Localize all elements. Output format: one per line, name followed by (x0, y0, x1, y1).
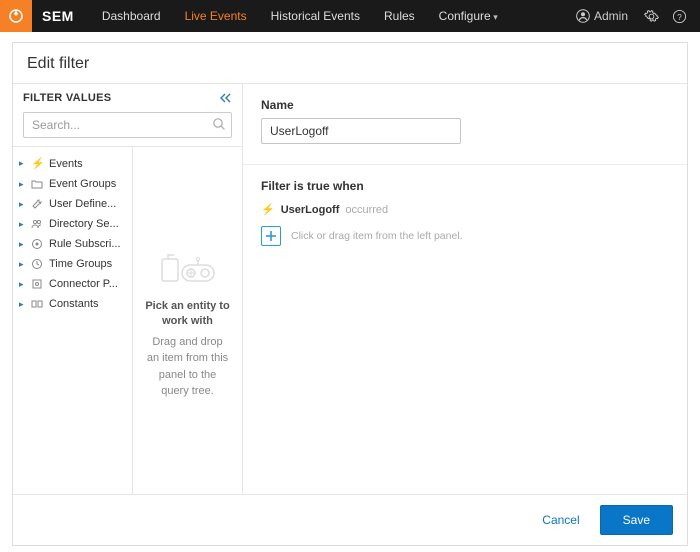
add-condition-button[interactable] (261, 226, 281, 246)
filter-values-sidebar: FILTER VALUES (13, 84, 243, 494)
entity-tree: ▸ ⚡ Events ▸ Event Groups ▸ (13, 147, 133, 494)
entity-dropzone[interactable]: Pick an entity to work with Drag and dro… (133, 147, 242, 494)
condition-name: UserLogoff (281, 204, 340, 216)
save-button[interactable]: Save (600, 505, 673, 535)
section-divider (243, 164, 687, 165)
users-icon (31, 219, 45, 229)
top-nav: SEM Dashboard Live Events Historical Eve… (0, 0, 700, 32)
cancel-button[interactable]: Cancel (534, 507, 587, 533)
user-label: Admin (594, 9, 628, 23)
target-icon (31, 238, 45, 250)
constants-icon (31, 299, 45, 309)
tree-item-label: Directory Se... (49, 218, 119, 230)
nav-configure[interactable]: Configure (427, 0, 510, 32)
svg-text:?: ? (677, 11, 682, 21)
help-button[interactable]: ? (668, 5, 690, 27)
user-menu[interactable]: Admin (570, 9, 634, 23)
chevron-right-icon: ▸ (19, 239, 27, 250)
nav-dashboard[interactable]: Dashboard (90, 0, 173, 32)
add-condition-hint: Click or drag item from the left panel. (291, 230, 463, 242)
nav-historical-events[interactable]: Historical Events (259, 0, 372, 32)
search-icon (212, 117, 226, 131)
tree-item-label: Constants (49, 298, 99, 310)
edit-filter-panel: Edit filter FILTER VALUES (12, 42, 688, 546)
name-field-label: Name (261, 98, 669, 112)
tree-item-event-groups[interactable]: ▸ Event Groups (13, 174, 132, 194)
tree-item-connector-profiles[interactable]: ▸ Connector P... (13, 274, 132, 294)
clock-icon (31, 258, 45, 270)
settings-button[interactable] (640, 5, 662, 27)
tree-item-label: Events (49, 158, 83, 170)
help-icon: ? (672, 9, 687, 24)
nav-rules[interactable]: Rules (372, 0, 427, 32)
bolt-icon: ⚡ (261, 203, 275, 216)
tree-item-user-defined[interactable]: ▸ User Define... (13, 194, 132, 214)
chevron-right-icon: ▸ (19, 158, 27, 169)
tree-item-rule-subscriptions[interactable]: ▸ Rule Subscri... (13, 234, 132, 254)
brand-logo (0, 0, 32, 32)
brand-text: SEM (32, 8, 90, 24)
condition-state: occurred (345, 204, 388, 216)
chevron-right-icon: ▸ (19, 199, 27, 210)
chevron-right-icon: ▸ (19, 299, 27, 310)
dropzone-illustration-icon (158, 247, 218, 287)
filter-name-input[interactable] (261, 118, 461, 144)
folder-icon (31, 179, 45, 189)
search-input[interactable] (23, 112, 232, 138)
bolt-icon: ⚡ (31, 157, 45, 170)
condition-row[interactable]: ⚡ UserLogoff occurred (261, 203, 669, 216)
filter-editor-main: Name Filter is true when ⚡ UserLogoff oc… (243, 84, 687, 494)
tree-item-constants[interactable]: ▸ Constants (13, 294, 132, 314)
dropzone-heading: Pick an entity to work with (145, 299, 230, 330)
nav-live-events[interactable]: Live Events (173, 0, 259, 32)
wrench-icon (31, 198, 45, 210)
tree-item-directory-services[interactable]: ▸ Directory Se... (13, 214, 132, 234)
logo-icon (8, 8, 24, 24)
chevron-double-left-icon (220, 93, 232, 103)
chevron-right-icon: ▸ (19, 259, 27, 270)
tree-item-events[interactable]: ▸ ⚡ Events (13, 153, 132, 174)
panel-title: Edit filter (13, 43, 687, 83)
panel-footer: Cancel Save (13, 494, 687, 545)
tree-item-label: Event Groups (49, 178, 116, 190)
tree-item-label: Rule Subscri... (49, 238, 121, 250)
tree-item-label: Connector P... (49, 278, 118, 290)
chevron-right-icon: ▸ (19, 179, 27, 190)
sidebar-heading: FILTER VALUES (23, 92, 111, 104)
tree-item-time-groups[interactable]: ▸ Time Groups (13, 254, 132, 274)
gear-icon (644, 9, 659, 24)
chevron-right-icon: ▸ (19, 279, 27, 290)
user-icon (576, 9, 590, 23)
filter-condition-label: Filter is true when (261, 179, 669, 193)
tree-item-label: User Define... (49, 198, 116, 210)
plus-icon (265, 230, 277, 242)
chevron-right-icon: ▸ (19, 219, 27, 230)
dropzone-hint: Drag and drop an item from this panel to… (145, 334, 230, 400)
tree-item-label: Time Groups (49, 258, 112, 270)
connector-icon (31, 278, 45, 290)
collapse-sidebar-button[interactable] (220, 93, 232, 103)
